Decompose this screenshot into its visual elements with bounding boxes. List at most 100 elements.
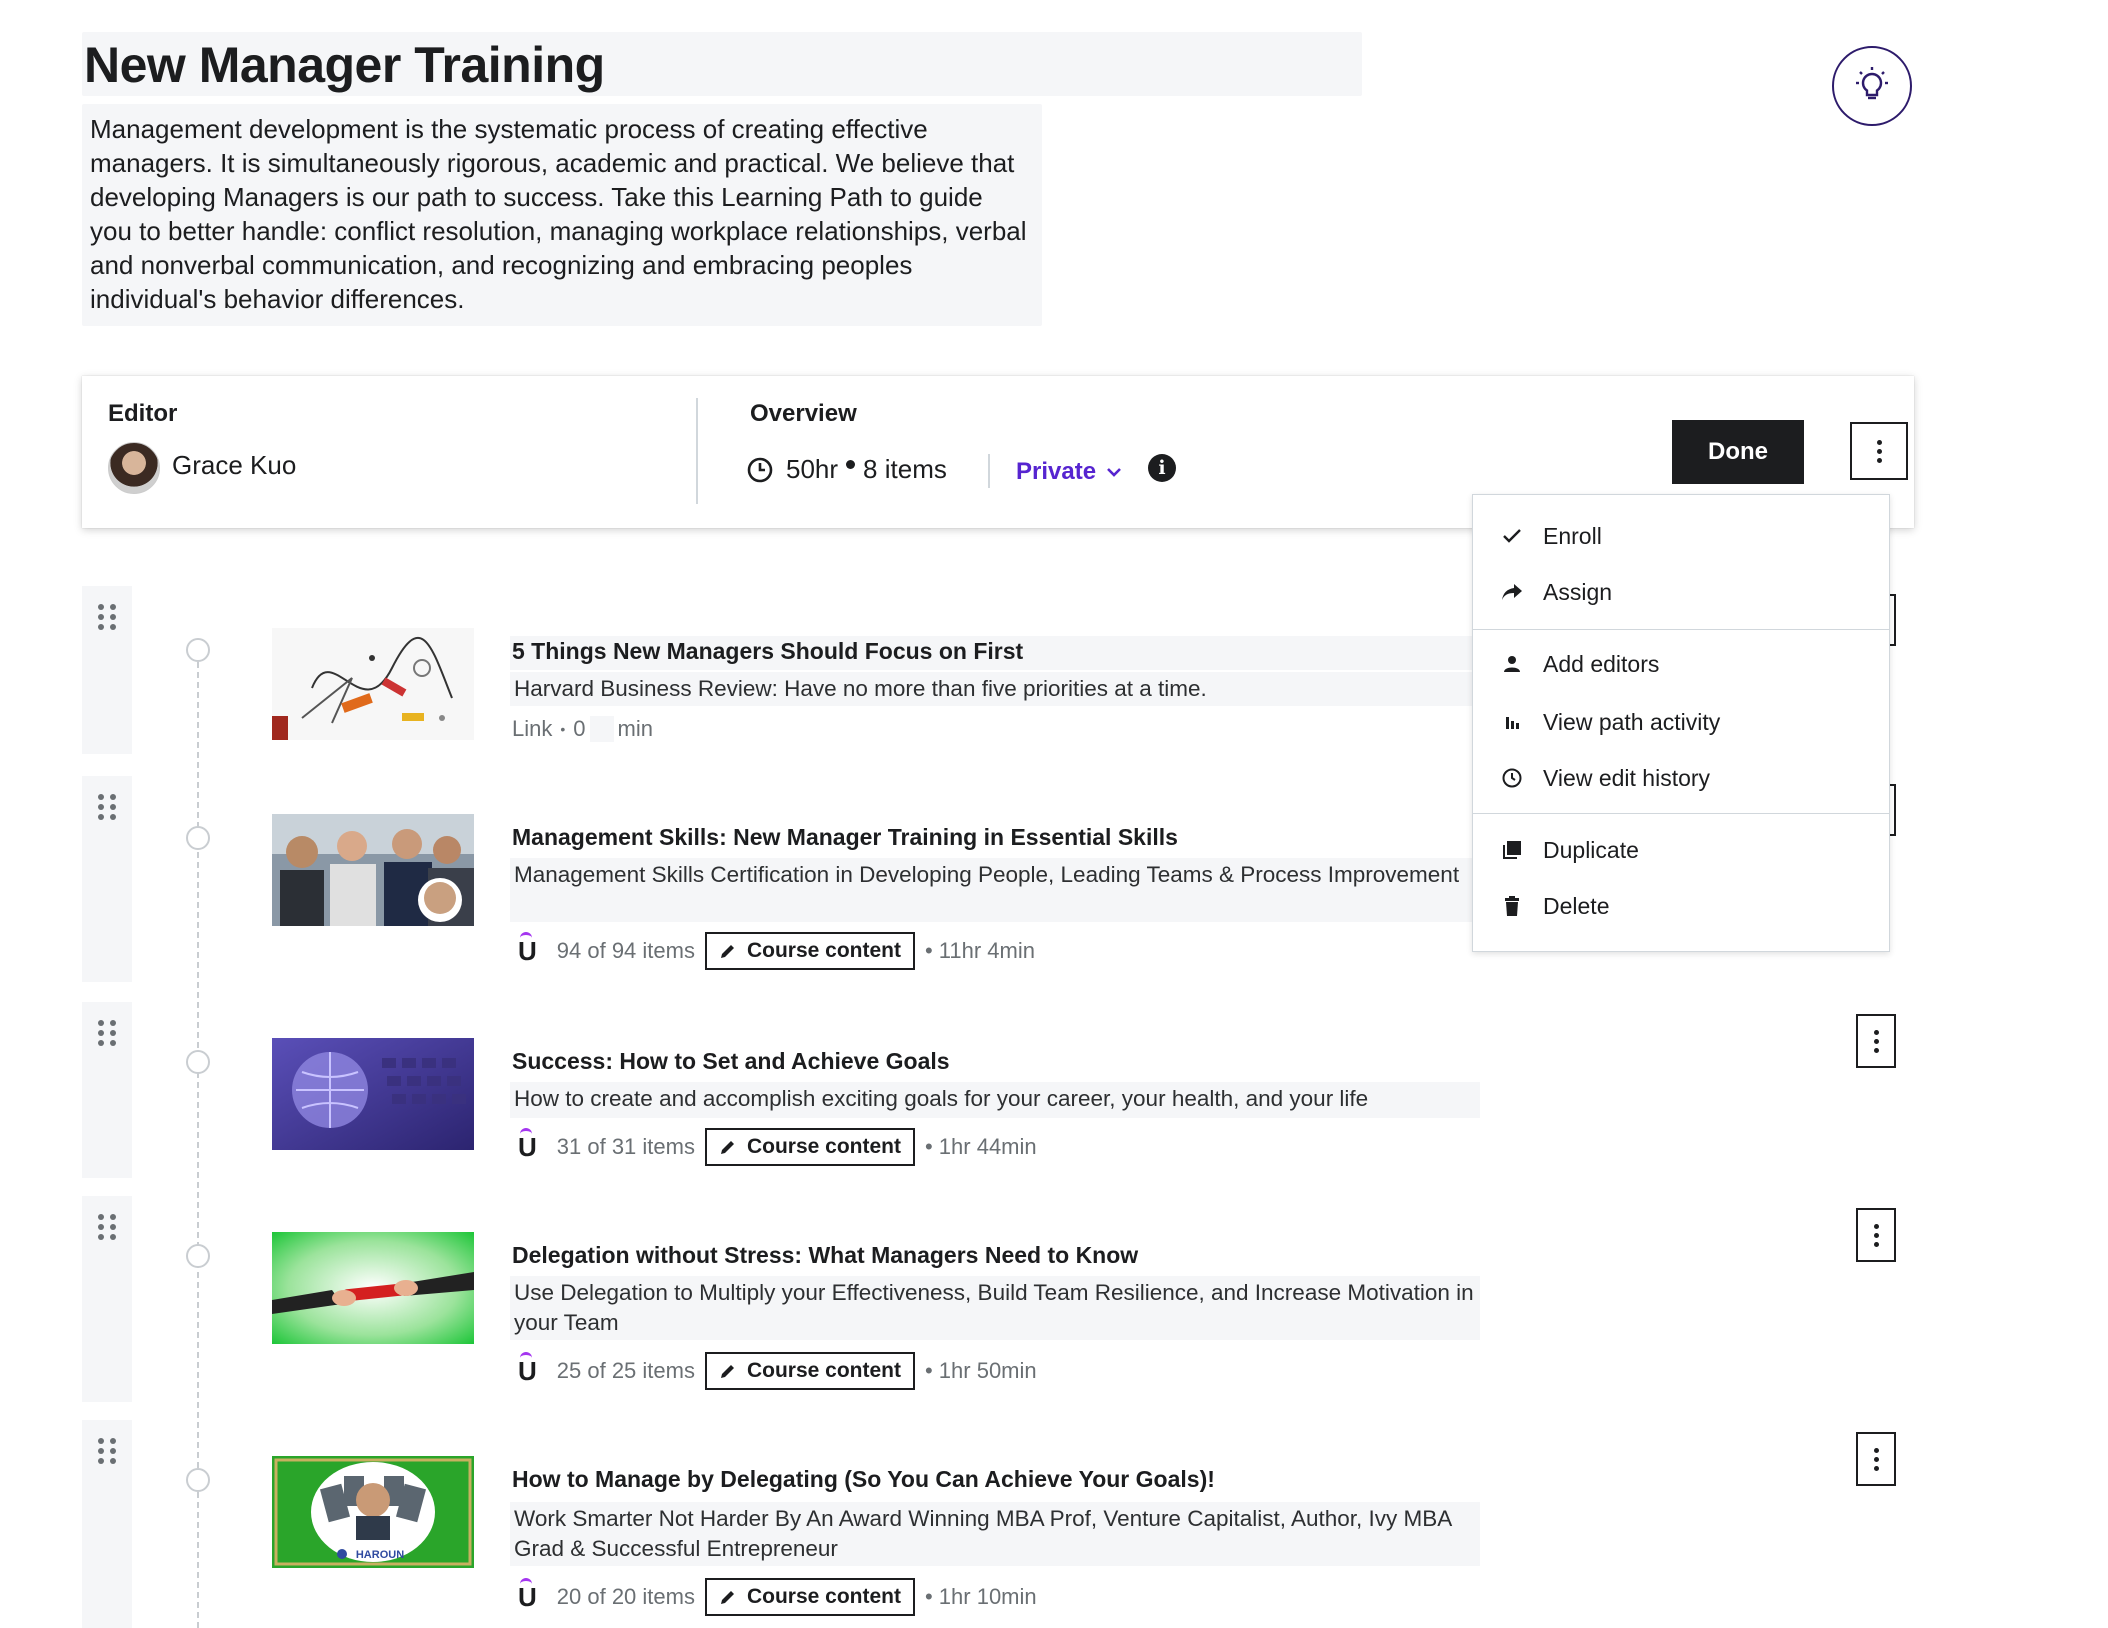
info-icon[interactable]: i — [1148, 454, 1176, 482]
udemy-logo-icon: U — [518, 1351, 537, 1386]
udemy-logo-icon: U — [518, 1127, 537, 1162]
item-thumbnail[interactable] — [272, 814, 474, 926]
item-progress: 25 of 25 items — [556, 1358, 695, 1383]
item-minutes[interactable]: 0 — [573, 716, 585, 742]
item-subtitle[interactable]: How to create and accomplish exciting go… — [514, 1084, 1474, 1114]
list-item: Success: How to Set and Achieve Goals Ho… — [82, 1002, 2082, 1178]
menu-divider — [1473, 813, 1889, 814]
drag-handle-icon — [98, 1214, 116, 1240]
item-thumbnail[interactable] — [272, 1038, 474, 1150]
overview-label: Overview — [750, 400, 857, 427]
item-thumbnail[interactable] — [272, 1232, 474, 1344]
menu-item-label: Delete — [1543, 892, 1610, 919]
total-duration: 50hr — [786, 454, 839, 484]
check-icon — [1501, 525, 1523, 547]
course-content-label: Course content — [746, 1359, 901, 1382]
timeline-node — [186, 826, 210, 850]
pencil-icon — [720, 1591, 734, 1604]
path-options-menu: Enroll Assign Add editors View path acti… — [1472, 494, 1890, 952]
menu-item-label: Assign — [1543, 578, 1613, 605]
item-title[interactable]: How to Manage by Delegating (So You Can … — [512, 1466, 1215, 1493]
drag-handle[interactable] — [82, 1196, 132, 1402]
meta-separator: • — [560, 721, 566, 737]
menu-item-label: Duplicate — [1543, 836, 1639, 863]
drag-handle[interactable] — [82, 1002, 132, 1178]
item-duration: • 1hr 44min — [924, 1134, 1037, 1159]
item-meta: Link • 0 min — [512, 716, 653, 742]
drag-handle[interactable] — [82, 1420, 132, 1628]
avatar[interactable] — [108, 442, 160, 494]
person-icon — [1501, 653, 1523, 675]
chevron-down-icon — [1107, 468, 1121, 477]
item-subtitle[interactable]: Use Delegation to Multiply your Effectiv… — [514, 1278, 1474, 1338]
page-description[interactable]: Management development is the systematic… — [90, 112, 1030, 316]
item-meta: U 31 of 31 items Course content • 1hr 44… — [512, 1127, 1037, 1166]
lightbulb-icon-glyph — [1856, 67, 1888, 100]
item-subtitle[interactable]: Harvard Business Review: Have no more th… — [514, 674, 1474, 704]
item-subtitle[interactable]: Work Smarter Not Harder By An Award Winn… — [514, 1504, 1474, 1564]
menu-item-view-path-activity[interactable]: View path activity — [1473, 697, 1889, 747]
timeline-node — [186, 1244, 210, 1268]
drag-handle-icon — [98, 794, 116, 820]
share-arrow-icon — [1501, 581, 1523, 603]
item-title[interactable]: Delegation without Stress: What Managers… — [512, 1242, 1138, 1269]
clock-icon — [1501, 767, 1523, 789]
more-vertical-icon — [1876, 439, 1882, 463]
menu-item-label: Add editors — [1543, 650, 1660, 677]
item-meta: U 20 of 20 items Course content • 1hr 10… — [512, 1577, 1037, 1616]
item-options-button[interactable] — [1856, 1014, 1896, 1068]
menu-item-label: View edit history — [1543, 764, 1711, 791]
item-thumbnail[interactable] — [272, 628, 474, 740]
item-count: 8 items — [863, 454, 947, 484]
course-content-button[interactable]: Course content — [704, 1128, 915, 1166]
page-title[interactable]: New Manager Training — [84, 34, 605, 96]
clock-icon — [747, 457, 773, 482]
done-button[interactable]: Done — [1672, 420, 1804, 484]
item-meta: U 94 of 94 items Course content • 11hr 4… — [512, 931, 1035, 970]
editor-name[interactable]: Grace Kuo — [172, 450, 296, 481]
item-meta: U 25 of 25 items Course content • 1hr 50… — [512, 1351, 1037, 1390]
item-title[interactable]: 5 Things New Managers Should Focus on Fi… — [512, 638, 1023, 665]
thumbnail-image — [272, 1038, 474, 1150]
udemy-logo-icon: U — [518, 1577, 537, 1612]
menu-item-label: Enroll — [1543, 522, 1602, 549]
path-options-button[interactable] — [1850, 422, 1908, 480]
menu-item-enroll[interactable]: Enroll — [1473, 511, 1889, 561]
thumbnail-image — [272, 1232, 474, 1344]
pencil-icon — [720, 1141, 734, 1154]
menu-item-assign[interactable]: Assign — [1473, 567, 1889, 617]
item-progress: 31 of 31 items — [556, 1134, 695, 1159]
timeline-node — [186, 1050, 210, 1074]
meta-dot — [846, 460, 856, 469]
drag-handle[interactable] — [82, 776, 132, 982]
item-duration: • 1hr 50min — [924, 1358, 1037, 1383]
course-content-button[interactable]: Course content — [704, 1352, 915, 1390]
course-content-label: Course content — [746, 1585, 901, 1608]
item-options-button[interactable] — [1856, 1432, 1896, 1486]
drag-handle[interactable] — [82, 586, 132, 754]
menu-item-view-edit-history[interactable]: View edit history — [1473, 753, 1889, 803]
item-title[interactable]: Success: How to Set and Achieve Goals — [512, 1048, 950, 1075]
item-thumbnail[interactable]: HAROUN — [272, 1456, 474, 1568]
course-content-label: Course content — [746, 1135, 901, 1158]
lightbulb-icon[interactable] — [1832, 46, 1912, 126]
thumbnail-image: HAROUN — [272, 1456, 474, 1568]
item-options-button[interactable] — [1856, 1208, 1896, 1262]
timeline-node — [186, 1468, 210, 1492]
drag-handle-icon — [98, 1438, 116, 1464]
privacy-dropdown[interactable]: Private — [1016, 458, 1122, 486]
item-minutes-unit: min — [617, 716, 653, 741]
menu-item-add-editors[interactable]: Add editors — [1473, 639, 1889, 689]
duplicate-icon — [1501, 839, 1523, 861]
bar-chart-icon — [1501, 711, 1523, 733]
course-content-button[interactable]: Course content — [704, 932, 915, 970]
privacy-label: Private — [1016, 458, 1097, 485]
item-subtitle[interactable]: Management Skills Certification in Devel… — [514, 860, 1474, 890]
menu-item-duplicate[interactable]: Duplicate — [1473, 825, 1889, 875]
minutes-placeholder-bg — [589, 716, 614, 742]
course-content-button[interactable]: Course content — [704, 1578, 915, 1616]
menu-item-label: View path activity — [1543, 708, 1721, 735]
course-content-label: Course content — [746, 939, 901, 962]
item-title[interactable]: Management Skills: New Manager Training … — [512, 824, 1178, 851]
menu-item-delete[interactable]: Delete — [1473, 881, 1889, 931]
